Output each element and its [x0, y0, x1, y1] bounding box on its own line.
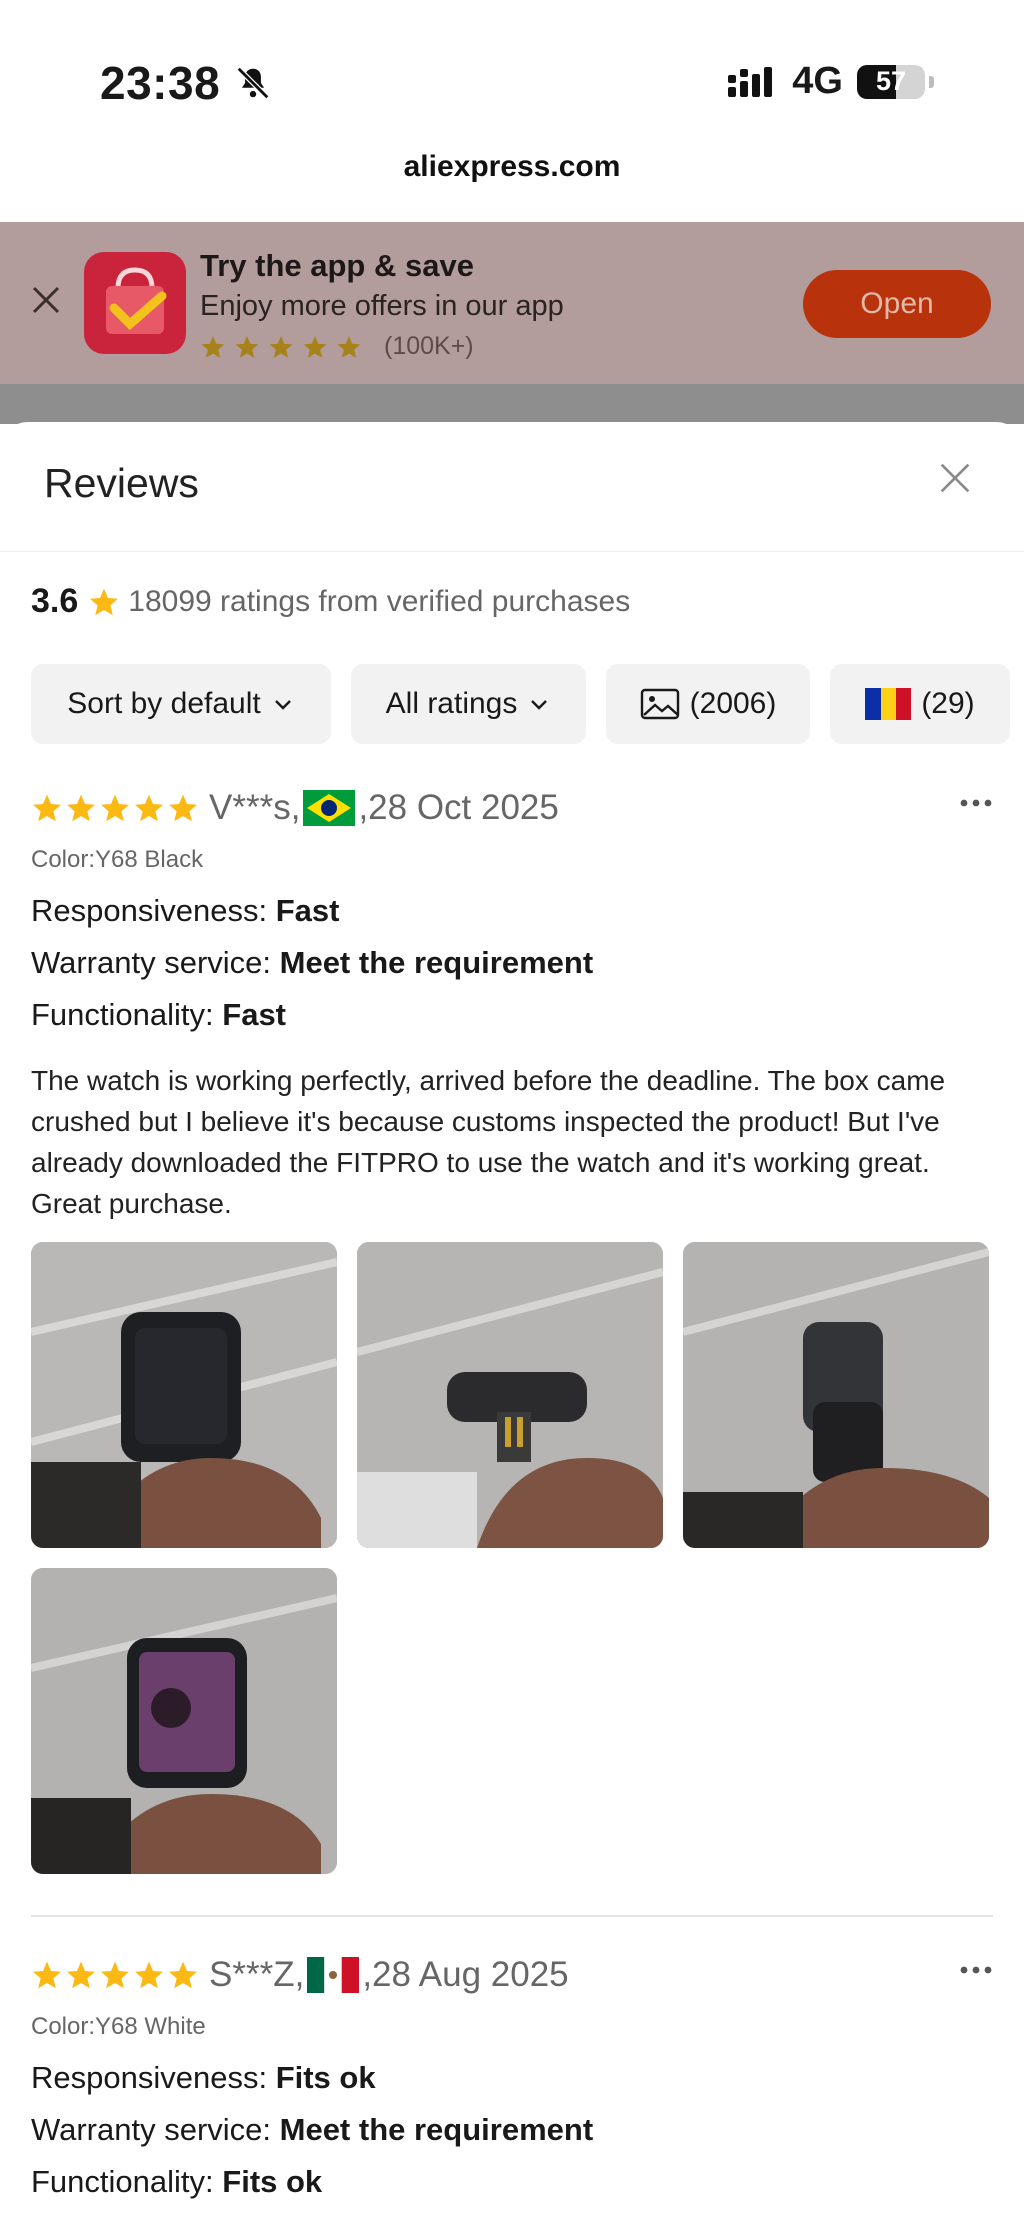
review-photos [31, 1242, 993, 1874]
star-icon [169, 794, 197, 822]
reviewer-info: V***s, ,28 Oct 2025 [209, 788, 559, 828]
close-icon[interactable] [935, 458, 975, 498]
battery-icon: 57 [857, 64, 925, 99]
sheet-title: Reviews [44, 460, 199, 506]
attribute-value: Fast [222, 997, 287, 1032]
open-app-button[interactable]: Open [803, 270, 991, 338]
sheet-header: Reviews [0, 422, 1024, 552]
star-icon [101, 794, 129, 822]
ratings-count-text: 18099 ratings from verified purchases [128, 584, 631, 618]
reviews-sheet: Reviews 3.6 18099 ratings from verified … [0, 422, 1024, 2226]
attribute-functionality: Functionality: Fast [31, 996, 993, 1034]
attribute-label: Warranty service: [31, 945, 280, 980]
backdrop-overlay[interactable] [0, 384, 1024, 424]
aliexpress-app-logo [84, 252, 186, 354]
time-text: 23:38 [100, 57, 221, 109]
review-divider [31, 1915, 993, 1917]
brazil-flag-icon [303, 790, 356, 826]
network-type: 4G [792, 60, 843, 102]
country-filter-chip[interactable]: (29) [830, 664, 1010, 744]
reviewer-name: S***Z, [209, 1955, 305, 1994]
review-stars [31, 1959, 199, 1991]
chevron-down-icon [531, 700, 548, 710]
star-icon [269, 335, 293, 358]
banner-rating: (100K+) [200, 332, 474, 361]
star-icon [135, 1961, 163, 1989]
bell-muted-icon [237, 66, 270, 100]
attribute-value: Meet the requirement [279, 945, 594, 980]
reviewer-info: S***Z, ,28 Aug 2025 [209, 1955, 569, 1995]
attribute-label: Warranty service: [31, 2112, 280, 2147]
photo-count: (2006) [689, 687, 777, 720]
banner-subtitle: Enjoy more offers in our app [200, 290, 564, 322]
image-icon [640, 688, 679, 720]
close-icon[interactable] [28, 282, 64, 318]
review-photo[interactable] [357, 1242, 663, 1548]
more-options-icon[interactable] [959, 1965, 993, 1975]
review-date: ,28 Oct 2025 [358, 788, 559, 827]
ratings-dropdown[interactable]: All ratings [351, 664, 586, 744]
url-bar[interactable]: aliexpress.com [0, 150, 1024, 184]
attribute-label: Functionality: [31, 2164, 223, 2199]
signal-icon [728, 66, 773, 97]
star-icon [33, 1961, 61, 1989]
review-text: The watch is working perfectly, arrived … [31, 1065, 946, 1219]
review-item: S***Z, ,28 Aug 2025 Color:Y68 White Resp… [31, 1949, 993, 2201]
star-icon [169, 1961, 197, 1989]
review-date: ,28 Aug 2025 [362, 1955, 569, 1994]
attribute-value: Meet the requirement [279, 2112, 594, 2147]
romania-flag-icon [865, 688, 912, 720]
star-icon [135, 794, 163, 822]
attribute-value: Fits ok [275, 2060, 376, 2095]
star-icon [67, 794, 95, 822]
star-icon [67, 1961, 95, 1989]
attribute-responsiveness: Responsiveness: Fast [31, 892, 993, 930]
battery-tip [929, 75, 934, 88]
attribute-warranty: Warranty service: Meet the requirement [31, 2111, 993, 2149]
photo-filter-chip[interactable]: (2006) [606, 664, 810, 744]
attribute-warranty: Warranty service: Meet the requirement [31, 944, 993, 982]
app-banner: Try the app & save Enjoy more offers in … [0, 222, 1024, 384]
filter-bar: Sort by default All ratings (2006) (29) [31, 664, 1010, 744]
attribute-label: Functionality: [31, 997, 223, 1032]
review-header: S***Z, ,28 Aug 2025 [31, 1949, 993, 2001]
attribute-responsiveness: Responsiveness: Fits ok [31, 2059, 993, 2097]
banner-title: Try the app & save [200, 248, 474, 283]
average-rating: 3.6 [31, 582, 79, 620]
star-icon [101, 1961, 129, 1989]
attribute-label: Responsiveness: [31, 893, 276, 928]
sort-dropdown[interactable]: Sort by default [31, 664, 331, 744]
star-icon [201, 335, 225, 358]
product-variant: Color:Y68 Black [31, 846, 204, 873]
star-icon [33, 794, 61, 822]
attribute-label: Responsiveness: [31, 2060, 276, 2095]
country-count: (29) [921, 687, 975, 720]
star-icon [337, 335, 361, 358]
reviewer-name: V***s, [209, 788, 301, 827]
attribute-functionality: Functionality: Fits ok [31, 2163, 993, 2201]
status-time: 23:38 [100, 56, 272, 110]
battery-level: 57 [875, 66, 907, 96]
status-indicators: 4G 57 [726, 60, 934, 103]
review-photo[interactable] [31, 1568, 337, 1874]
banner-rating-count: (100K+) [384, 332, 474, 360]
review-photo[interactable] [31, 1242, 337, 1548]
more-options-icon[interactable] [959, 798, 993, 808]
star-icon [235, 335, 259, 358]
star-icon [303, 335, 327, 358]
rating-summary: 3.6 18099 ratings from verified purchase… [31, 582, 630, 621]
mexico-flag-icon [307, 1957, 360, 1993]
review-photo[interactable] [683, 1242, 989, 1548]
attribute-value: Fast [275, 893, 340, 928]
product-variant: Color:Y68 White [31, 2013, 206, 2040]
attribute-value: Fits ok [222, 2164, 323, 2199]
chevron-down-icon [274, 700, 291, 710]
sort-label: Sort by default [67, 687, 261, 720]
ratings-label: All ratings [385, 687, 518, 720]
status-bar: 23:38 4G 57 [0, 0, 1024, 140]
review-stars [31, 792, 199, 824]
review-item: V***s, ,28 Oct 2025 Color:Y68 Black Resp… [31, 782, 993, 1874]
review-header: V***s, ,28 Oct 2025 [31, 782, 993, 834]
star-icon [90, 588, 119, 615]
